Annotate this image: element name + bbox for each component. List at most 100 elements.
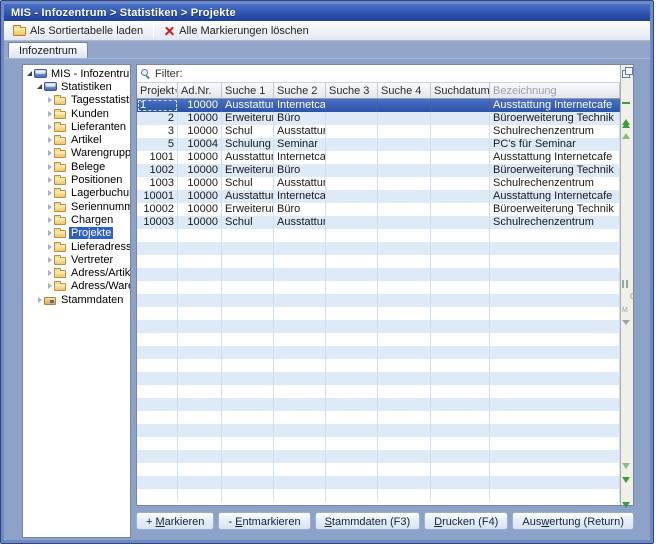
drucken-button[interactable]: Drucken (F4) bbox=[424, 512, 508, 530]
table-cell[interactable]: Ausstattun bbox=[222, 99, 274, 112]
markieren-button[interactable]: + Markieren bbox=[136, 512, 214, 530]
table-cell[interactable] bbox=[431, 255, 490, 268]
table-cell[interactable] bbox=[431, 398, 490, 411]
table-cell[interactable] bbox=[326, 151, 378, 164]
table-cell[interactable] bbox=[222, 489, 274, 502]
table-row[interactable] bbox=[137, 476, 620, 489]
column-header-projekt[interactable]: Projekt bbox=[137, 83, 178, 98]
table-cell[interactable] bbox=[222, 320, 274, 333]
tree-item-seriennummern[interactable]: Seriennummern bbox=[23, 200, 130, 213]
table-cell[interactable] bbox=[431, 112, 490, 125]
table-cell[interactable] bbox=[137, 411, 178, 424]
table-cell[interactable]: Ausstattung Internetcafe bbox=[490, 190, 620, 203]
table-cell[interactable] bbox=[490, 424, 620, 437]
table-cell[interactable]: 10000 bbox=[178, 125, 222, 138]
table-cell[interactable] bbox=[178, 385, 222, 398]
table-cell[interactable] bbox=[326, 489, 378, 502]
table-cell[interactable] bbox=[490, 489, 620, 502]
column-header-suchdatum[interactable]: Suchdatum bbox=[431, 83, 490, 98]
table-cell[interactable] bbox=[222, 333, 274, 346]
table-cell[interactable] bbox=[431, 190, 490, 203]
table-cell[interactable] bbox=[326, 476, 378, 489]
table-cell[interactable]: Ausstattun bbox=[274, 177, 326, 190]
table-cell[interactable] bbox=[274, 398, 326, 411]
table-cell[interactable] bbox=[490, 437, 620, 450]
table-cell[interactable] bbox=[137, 463, 178, 476]
table-row[interactable]: 1000210000ErweiterunBüroBüroerweiterung … bbox=[137, 203, 620, 216]
table-cell[interactable] bbox=[137, 398, 178, 411]
load-sort-table-button[interactable]: Als Sortiertabelle laden bbox=[8, 24, 148, 38]
tree-item-stammdaten[interactable]: Stammdaten bbox=[23, 293, 130, 306]
table-cell[interactable]: Erweiterun bbox=[222, 203, 274, 216]
table-cell[interactable] bbox=[274, 463, 326, 476]
table-cell[interactable]: 10001 bbox=[137, 190, 178, 203]
table-row[interactable] bbox=[137, 437, 620, 450]
table-row[interactable] bbox=[137, 320, 620, 333]
table-cell[interactable] bbox=[431, 489, 490, 502]
table-cell[interactable] bbox=[378, 346, 431, 359]
table-cell[interactable] bbox=[222, 437, 274, 450]
table-row[interactable] bbox=[137, 450, 620, 463]
table-cell[interactable] bbox=[431, 216, 490, 229]
table-cell[interactable]: PC's für Seminar bbox=[490, 138, 620, 151]
table-cell[interactable] bbox=[378, 320, 431, 333]
table-cell[interactable] bbox=[326, 385, 378, 398]
column-header-suche-4[interactable]: Suche 4 bbox=[378, 83, 431, 98]
table-cell[interactable] bbox=[378, 242, 431, 255]
table-cell[interactable] bbox=[490, 268, 620, 281]
table-cell[interactable] bbox=[378, 476, 431, 489]
table-cell[interactable] bbox=[222, 281, 274, 294]
table-cell[interactable] bbox=[137, 229, 178, 242]
table-row[interactable] bbox=[137, 372, 620, 385]
table-row[interactable] bbox=[137, 242, 620, 255]
table-cell[interactable]: Schul bbox=[222, 125, 274, 138]
table-cell[interactable] bbox=[326, 138, 378, 151]
table-row[interactable] bbox=[137, 255, 620, 268]
table-cell[interactable] bbox=[137, 320, 178, 333]
table-cell[interactable] bbox=[274, 320, 326, 333]
table-cell[interactable] bbox=[431, 99, 490, 112]
table-cell[interactable]: Schulrechenzentrum bbox=[490, 177, 620, 190]
table-row[interactable] bbox=[137, 385, 620, 398]
table-cell[interactable] bbox=[431, 177, 490, 190]
expand-icon[interactable] bbox=[45, 283, 54, 289]
table-cell[interactable] bbox=[274, 359, 326, 372]
table-row[interactable]: 100110000AusstattunInternetcaAusstattung… bbox=[137, 151, 620, 164]
table-cell[interactable] bbox=[137, 255, 178, 268]
table-cell[interactable]: Ausstattung Internetcafe bbox=[490, 151, 620, 164]
table-row[interactable] bbox=[137, 489, 620, 502]
tree-item-vertreter[interactable]: Vertreter bbox=[23, 253, 130, 266]
table-cell[interactable] bbox=[274, 333, 326, 346]
table-cell[interactable] bbox=[490, 294, 620, 307]
column-header-suche-3[interactable]: Suche 3 bbox=[326, 83, 378, 98]
table-row[interactable]: 210000ErweiterunBüroBüroerweiterung Tech… bbox=[137, 112, 620, 125]
table-cell[interactable]: Büroerweiterung Technik bbox=[490, 203, 620, 216]
table-cell[interactable] bbox=[137, 359, 178, 372]
table-cell[interactable] bbox=[274, 255, 326, 268]
table-row[interactable] bbox=[137, 281, 620, 294]
table-cell[interactable] bbox=[326, 424, 378, 437]
table-cell[interactable] bbox=[431, 229, 490, 242]
table-cell[interactable] bbox=[490, 346, 620, 359]
table-cell[interactable] bbox=[490, 476, 620, 489]
table-cell[interactable]: Erweiterun bbox=[222, 164, 274, 177]
table-cell[interactable] bbox=[222, 424, 274, 437]
table-row[interactable]: 100310000SchulAusstattunSchulrechenzentr… bbox=[137, 177, 620, 190]
table-row[interactable]: 510004SchulungSeminarPC's für Seminar bbox=[137, 138, 620, 151]
table-row[interactable] bbox=[137, 411, 620, 424]
tree-item-kunden[interactable]: Kunden bbox=[23, 107, 130, 120]
table-cell[interactable] bbox=[326, 177, 378, 190]
table-cell[interactable] bbox=[178, 242, 222, 255]
table-cell[interactable]: Schul bbox=[222, 216, 274, 229]
table-cell[interactable] bbox=[431, 333, 490, 346]
table-cell[interactable] bbox=[326, 463, 378, 476]
table-cell[interactable] bbox=[378, 398, 431, 411]
table-cell[interactable] bbox=[178, 307, 222, 320]
table-cell[interactable] bbox=[431, 437, 490, 450]
table-cell[interactable] bbox=[431, 164, 490, 177]
table-cell[interactable] bbox=[178, 333, 222, 346]
table-cell[interactable]: 3 bbox=[137, 125, 178, 138]
tree-item-lieferanten[interactable]: Lieferanten bbox=[23, 120, 130, 133]
table-cell[interactable]: 10000 bbox=[178, 164, 222, 177]
table-cell[interactable] bbox=[378, 125, 431, 138]
